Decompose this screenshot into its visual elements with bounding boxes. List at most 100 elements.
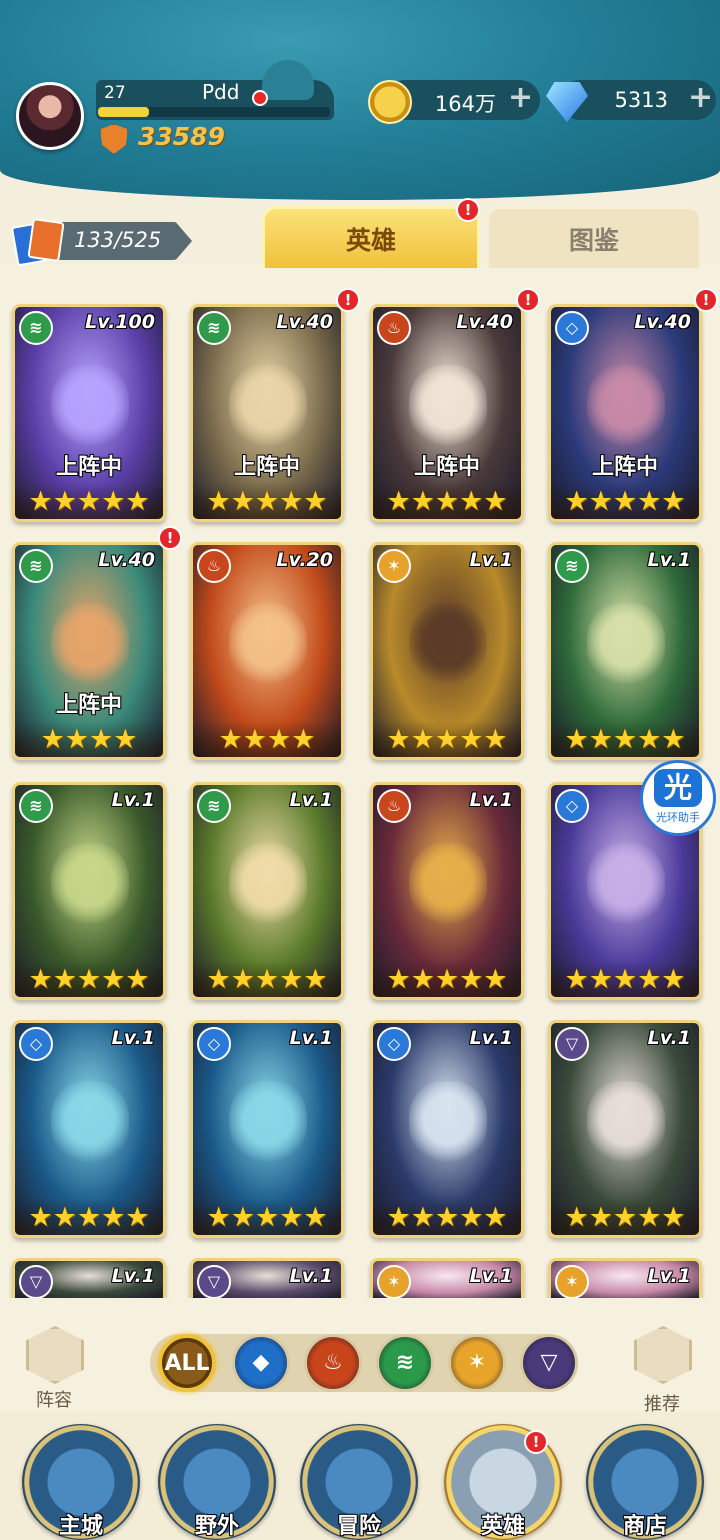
- hero-card[interactable]: ✶ Lv.1 ★★★★★: [370, 542, 524, 760]
- filter-all-button[interactable]: ALL: [158, 1334, 216, 1392]
- faction-water-icon: ◇: [555, 789, 589, 823]
- hero-face: [51, 365, 129, 451]
- hero-card[interactable]: ◇ Lv.40 上阵中 ★★★★★: [548, 304, 702, 522]
- deployed-label: 上阵中: [591, 455, 658, 480]
- faction-fire-icon: ♨: [197, 549, 231, 583]
- filter-fire-button[interactable]: ♨: [304, 1334, 362, 1392]
- hero-level: Lv.1: [469, 1027, 513, 1049]
- nav-label: 商店: [622, 1514, 667, 1539]
- hero-alert-badge: !: [694, 288, 718, 312]
- nav-label: 冒险: [336, 1514, 381, 1539]
- hero-card[interactable]: ≋ Lv.1 ★★★★★: [12, 782, 166, 1000]
- hero-face: [587, 603, 665, 689]
- hero-face: [587, 365, 665, 451]
- hero-level: Lv.1: [647, 1027, 691, 1049]
- faction-fire-icon: ♨: [377, 789, 411, 823]
- collection-count: 133/525: [74, 228, 162, 252]
- faction-water-icon: ◇: [19, 1027, 53, 1061]
- star-rating: ★★★★★: [551, 721, 699, 757]
- hero-face: [51, 1081, 129, 1167]
- hero-face: [587, 1081, 665, 1167]
- hero-card[interactable]: ▽ Lv.1: [12, 1258, 166, 1298]
- player-level: 27: [104, 83, 126, 103]
- notification-dot: [252, 90, 268, 106]
- diamond-amount: 5313: [614, 88, 668, 112]
- gold-coin-icon: [368, 80, 412, 124]
- helper-badge-glyph: 光: [654, 769, 702, 807]
- hero-card[interactable]: ✶ Lv.1: [370, 1258, 524, 1298]
- hero-card[interactable]: ◇ Lv.1 ★★★★★: [190, 1020, 344, 1238]
- deployed-label: 上阵中: [55, 455, 122, 480]
- star-rating: ★★★★★: [373, 1199, 521, 1235]
- faction-light-icon: ✶: [377, 1265, 411, 1298]
- hero-level: Lv.40: [98, 549, 155, 571]
- star-rating: ★★★★★: [15, 961, 163, 997]
- faction-water-icon: ◇: [555, 311, 589, 345]
- hero-card[interactable]: ▽ Lv.1: [190, 1258, 344, 1298]
- player-avatar[interactable]: [16, 82, 84, 150]
- hero-face: [229, 1081, 307, 1167]
- hero-alert-badge: !: [158, 526, 182, 550]
- tab-heroes[interactable]: 英雄: [262, 206, 480, 268]
- hero-face: [51, 843, 129, 929]
- faction-dark-icon: ▽: [555, 1027, 589, 1061]
- hero-face: [229, 843, 307, 929]
- faction-water-icon: ◇: [197, 1027, 231, 1061]
- card-stack-icon: [14, 218, 62, 262]
- faction-forest-icon: ≋: [555, 549, 589, 583]
- star-rating: ★★★★★: [551, 483, 699, 519]
- hero-level: Lv.40: [634, 311, 691, 333]
- helper-badge-label: 光环助手: [656, 811, 700, 824]
- star-rating: ★★★★★: [193, 961, 341, 997]
- hero-card[interactable]: ▽ Lv.1 ★★★★★: [548, 1020, 702, 1238]
- hero-card[interactable]: ≋ Lv.100 上阵中 ★★★★★: [12, 304, 166, 522]
- hero-card[interactable]: ◇ Lv.1 ★★★★★: [370, 1020, 524, 1238]
- hero-level: Lv.1: [289, 1027, 333, 1049]
- filter-dark-button[interactable]: ▽: [520, 1334, 578, 1392]
- star-rating: ★★★★★: [15, 483, 163, 519]
- faction-water-icon: ◇: [377, 1027, 411, 1061]
- hero-level: Lv.1: [647, 1265, 691, 1287]
- hero-face: [409, 603, 487, 689]
- helper-badge[interactable]: 光 光环助手: [640, 760, 716, 836]
- lineup-label: 阵容: [36, 1390, 72, 1411]
- nav-label: 英雄: [480, 1514, 525, 1539]
- hero-card[interactable]: ≋ Lv.1 ★★★★★: [190, 782, 344, 1000]
- combat-power: 33589: [138, 122, 225, 151]
- faction-forest-icon: ≋: [19, 311, 53, 345]
- hero-alert-badge: !: [516, 288, 540, 312]
- filter-water-button[interactable]: ◆: [232, 1334, 290, 1392]
- hero-card[interactable]: ♨ Lv.20 ★★★★: [190, 542, 344, 760]
- hero-card[interactable]: ≋ Lv.1 ★★★★★: [548, 542, 702, 760]
- hero-face: [409, 365, 487, 451]
- faction-forest-icon: ≋: [197, 789, 231, 823]
- hero-level: Lv.1: [469, 789, 513, 811]
- add-gold-button[interactable]: +: [508, 80, 533, 115]
- tab-codex[interactable]: 图鉴: [486, 206, 702, 268]
- hero-card[interactable]: ♨ Lv.1 ★★★★★: [370, 782, 524, 1000]
- faction-light-icon: ✶: [377, 549, 411, 583]
- hero-face: [229, 365, 307, 451]
- star-rating: ★★★★: [193, 721, 341, 757]
- star-rating: ★★★★★: [15, 1199, 163, 1235]
- star-rating: ★★★★: [15, 721, 163, 757]
- hero-face: [409, 843, 487, 929]
- hero-face: [587, 843, 665, 929]
- hero-card[interactable]: ≋ Lv.40 上阵中 ★★★★: [12, 542, 166, 760]
- add-diamond-button[interactable]: +: [688, 80, 713, 115]
- player-name: Pdd: [202, 80, 240, 104]
- filter-forest-button[interactable]: ≋: [376, 1334, 434, 1392]
- nav-label: 野外: [194, 1514, 239, 1539]
- nav-alert-badge: !: [524, 1430, 548, 1454]
- hero-level: Lv.40: [456, 311, 513, 333]
- deployed-label: 上阵中: [55, 693, 122, 718]
- hero-card[interactable]: ≋ Lv.40 上阵中 ★★★★★: [190, 304, 344, 522]
- hero-card[interactable]: ◇ Lv.1 ★★★★★: [12, 1020, 166, 1238]
- faction-forest-icon: ≋: [197, 311, 231, 345]
- nav-label: 主城: [58, 1514, 103, 1539]
- hero-card[interactable]: ✶ Lv.1: [548, 1258, 702, 1298]
- deployed-label: 上阵中: [233, 455, 300, 480]
- star-rating: ★★★★★: [551, 961, 699, 997]
- filter-light-button[interactable]: ✶: [448, 1334, 506, 1392]
- hero-card[interactable]: ♨ Lv.40 上阵中 ★★★★★: [370, 304, 524, 522]
